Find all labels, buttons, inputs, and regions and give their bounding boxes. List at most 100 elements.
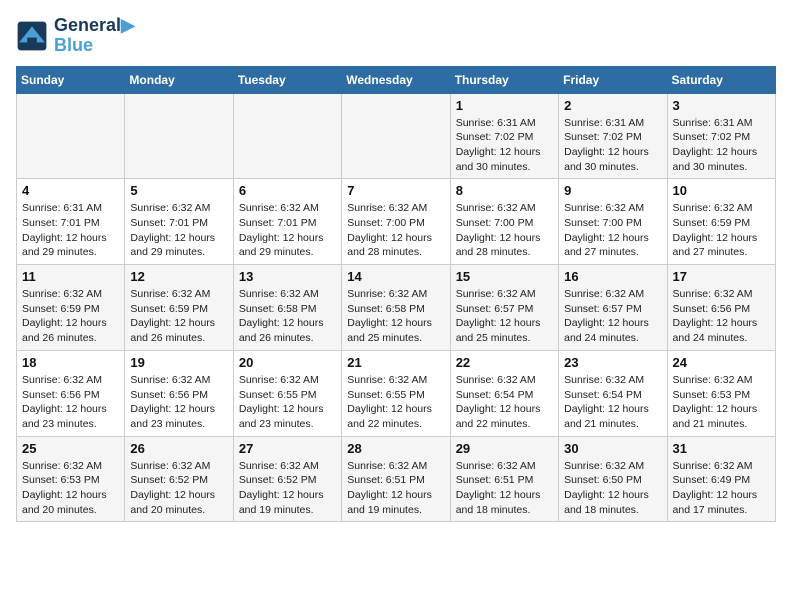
calendar-week-row: 18 Sunrise: 6:32 AM Sunset: 6:56 PM Dayli… xyxy=(17,350,776,436)
day-number: 2 xyxy=(564,98,661,113)
day-number: 17 xyxy=(673,269,770,284)
calendar-day-cell: 29 Sunrise: 6:32 AM Sunset: 6:51 PM Dayli… xyxy=(450,436,558,522)
day-info: Sunrise: 6:32 AM Sunset: 6:54 PM Dayligh… xyxy=(564,373,661,432)
day-info: Sunrise: 6:31 AM Sunset: 7:02 PM Dayligh… xyxy=(456,116,553,175)
calendar-day-cell: 12 Sunrise: 6:32 AM Sunset: 6:59 PM Dayli… xyxy=(125,265,233,351)
logo-text: General▶ Blue xyxy=(54,16,135,56)
day-number: 4 xyxy=(22,183,119,198)
day-number: 7 xyxy=(347,183,444,198)
day-info: Sunrise: 6:32 AM Sunset: 6:51 PM Dayligh… xyxy=(347,459,444,518)
calendar-day-cell: 8 Sunrise: 6:32 AM Sunset: 7:00 PM Daylig… xyxy=(450,179,558,265)
calendar-day-cell: 3 Sunrise: 6:31 AM Sunset: 7:02 PM Daylig… xyxy=(667,93,775,179)
calendar-week-row: 25 Sunrise: 6:32 AM Sunset: 6:53 PM Dayli… xyxy=(17,436,776,522)
day-info: Sunrise: 6:32 AM Sunset: 6:55 PM Dayligh… xyxy=(239,373,336,432)
calendar-day-cell: 24 Sunrise: 6:32 AM Sunset: 6:53 PM Dayli… xyxy=(667,350,775,436)
calendar-day-cell: 17 Sunrise: 6:32 AM Sunset: 6:56 PM Dayli… xyxy=(667,265,775,351)
calendar-day-cell xyxy=(233,93,341,179)
calendar-day-cell: 7 Sunrise: 6:32 AM Sunset: 7:00 PM Daylig… xyxy=(342,179,450,265)
day-info: Sunrise: 6:32 AM Sunset: 7:00 PM Dayligh… xyxy=(456,201,553,260)
calendar-day-cell: 11Sunrise: 6:32 AM Sunset: 6:59 PM Dayli… xyxy=(17,265,125,351)
calendar-day-cell: 5Sunrise: 6:32 AM Sunset: 7:01 PM Daylig… xyxy=(125,179,233,265)
calendar-day-cell: 31Sunrise: 6:32 AM Sunset: 6:49 PM Dayli… xyxy=(667,436,775,522)
calendar-day-cell: 23 Sunrise: 6:32 AM Sunset: 6:54 PM Dayli… xyxy=(559,350,667,436)
weekday-header: Monday xyxy=(125,66,233,93)
day-number: 14 xyxy=(347,269,444,284)
calendar-day-cell: 2 Sunrise: 6:31 AM Sunset: 7:02 PM Daylig… xyxy=(559,93,667,179)
logo: General▶ Blue xyxy=(16,16,135,56)
calendar-day-cell: 1Sunrise: 6:31 AM Sunset: 7:02 PM Daylig… xyxy=(450,93,558,179)
calendar-day-cell: 13 Sunrise: 6:32 AM Sunset: 6:58 PM Dayli… xyxy=(233,265,341,351)
day-number: 27 xyxy=(239,441,336,456)
calendar-day-cell: 6 Sunrise: 6:32 AM Sunset: 7:01 PM Daylig… xyxy=(233,179,341,265)
day-number: 9 xyxy=(564,183,661,198)
day-number: 13 xyxy=(239,269,336,284)
day-number: 24 xyxy=(673,355,770,370)
day-number: 6 xyxy=(239,183,336,198)
day-number: 10 xyxy=(673,183,770,198)
calendar-day-cell: 22 Sunrise: 6:32 AM Sunset: 6:54 PM Dayli… xyxy=(450,350,558,436)
day-info: Sunrise: 6:32 AM Sunset: 6:53 PM Dayligh… xyxy=(673,373,770,432)
day-number: 16 xyxy=(564,269,661,284)
calendar-day-cell xyxy=(342,93,450,179)
day-number: 28 xyxy=(347,441,444,456)
day-number: 20 xyxy=(239,355,336,370)
day-info: Sunrise: 6:32 AM Sunset: 7:00 PM Dayligh… xyxy=(347,201,444,260)
day-number: 22 xyxy=(456,355,553,370)
calendar-day-cell: 18 Sunrise: 6:32 AM Sunset: 6:56 PM Dayli… xyxy=(17,350,125,436)
day-info: Sunrise: 6:32 AM Sunset: 6:58 PM Dayligh… xyxy=(347,287,444,346)
calendar-day-cell: 19 Sunrise: 6:32 AM Sunset: 6:56 PM Dayli… xyxy=(125,350,233,436)
calendar-day-cell: 15Sunrise: 6:32 AM Sunset: 6:57 PM Dayli… xyxy=(450,265,558,351)
day-info: Sunrise: 6:32 AM Sunset: 6:54 PM Dayligh… xyxy=(456,373,553,432)
day-info: Sunrise: 6:32 AM Sunset: 6:58 PM Dayligh… xyxy=(239,287,336,346)
day-info: Sunrise: 6:32 AM Sunset: 6:59 PM Dayligh… xyxy=(130,287,227,346)
day-info: Sunrise: 6:32 AM Sunset: 7:01 PM Dayligh… xyxy=(130,201,227,260)
day-info: Sunrise: 6:32 AM Sunset: 7:01 PM Dayligh… xyxy=(239,201,336,260)
day-info: Sunrise: 6:32 AM Sunset: 7:00 PM Dayligh… xyxy=(564,201,661,260)
day-number: 11 xyxy=(22,269,119,284)
day-info: Sunrise: 6:32 AM Sunset: 6:56 PM Dayligh… xyxy=(130,373,227,432)
calendar-day-cell: 14 Sunrise: 6:32 AM Sunset: 6:58 PM Dayli… xyxy=(342,265,450,351)
calendar-day-cell: 30 Sunrise: 6:32 AM Sunset: 6:50 PM Dayli… xyxy=(559,436,667,522)
calendar-day-cell: 26 Sunrise: 6:32 AM Sunset: 6:52 PM Dayli… xyxy=(125,436,233,522)
day-info: Sunrise: 6:32 AM Sunset: 6:50 PM Dayligh… xyxy=(564,459,661,518)
weekday-header: Tuesday xyxy=(233,66,341,93)
day-number: 26 xyxy=(130,441,227,456)
day-number: 12 xyxy=(130,269,227,284)
logo-icon xyxy=(16,20,48,52)
calendar-week-row: 1Sunrise: 6:31 AM Sunset: 7:02 PM Daylig… xyxy=(17,93,776,179)
day-number: 19 xyxy=(130,355,227,370)
day-info: Sunrise: 6:31 AM Sunset: 7:02 PM Dayligh… xyxy=(564,116,661,175)
day-info: Sunrise: 6:32 AM Sunset: 6:52 PM Dayligh… xyxy=(239,459,336,518)
day-number: 3 xyxy=(673,98,770,113)
day-number: 31 xyxy=(673,441,770,456)
calendar-day-cell: 25 Sunrise: 6:32 AM Sunset: 6:53 PM Dayli… xyxy=(17,436,125,522)
day-info: Sunrise: 6:32 AM Sunset: 6:56 PM Dayligh… xyxy=(22,373,119,432)
day-info: Sunrise: 6:32 AM Sunset: 6:59 PM Dayligh… xyxy=(673,201,770,260)
day-info: Sunrise: 6:32 AM Sunset: 6:56 PM Dayligh… xyxy=(673,287,770,346)
calendar-day-cell: 9 Sunrise: 6:32 AM Sunset: 7:00 PM Daylig… xyxy=(559,179,667,265)
weekday-header-row: SundayMondayTuesdayWednesdayThursdayFrid… xyxy=(17,66,776,93)
calendar-day-cell xyxy=(125,93,233,179)
day-number: 18 xyxy=(22,355,119,370)
day-number: 25 xyxy=(22,441,119,456)
day-info: Sunrise: 6:32 AM Sunset: 6:57 PM Dayligh… xyxy=(564,287,661,346)
calendar-day-cell: 28 Sunrise: 6:32 AM Sunset: 6:51 PM Dayli… xyxy=(342,436,450,522)
calendar-day-cell: 21Sunrise: 6:32 AM Sunset: 6:55 PM Dayli… xyxy=(342,350,450,436)
calendar-day-cell xyxy=(17,93,125,179)
page-header: General▶ Blue xyxy=(16,16,776,56)
day-info: Sunrise: 6:31 AM Sunset: 7:01 PM Dayligh… xyxy=(22,201,119,260)
weekday-header: Saturday xyxy=(667,66,775,93)
weekday-header: Thursday xyxy=(450,66,558,93)
day-number: 8 xyxy=(456,183,553,198)
calendar-day-cell: 4 Sunrise: 6:31 AM Sunset: 7:01 PM Daylig… xyxy=(17,179,125,265)
day-info: Sunrise: 6:31 AM Sunset: 7:02 PM Dayligh… xyxy=(673,116,770,175)
day-info: Sunrise: 6:32 AM Sunset: 6:55 PM Dayligh… xyxy=(347,373,444,432)
day-info: Sunrise: 6:32 AM Sunset: 6:53 PM Dayligh… xyxy=(22,459,119,518)
calendar-day-cell: 16 Sunrise: 6:32 AM Sunset: 6:57 PM Dayli… xyxy=(559,265,667,351)
day-info: Sunrise: 6:32 AM Sunset: 6:52 PM Dayligh… xyxy=(130,459,227,518)
day-info: Sunrise: 6:32 AM Sunset: 6:51 PM Dayligh… xyxy=(456,459,553,518)
calendar-day-cell: 27 Sunrise: 6:32 AM Sunset: 6:52 PM Dayli… xyxy=(233,436,341,522)
day-number: 30 xyxy=(564,441,661,456)
day-number: 29 xyxy=(456,441,553,456)
day-number: 23 xyxy=(564,355,661,370)
